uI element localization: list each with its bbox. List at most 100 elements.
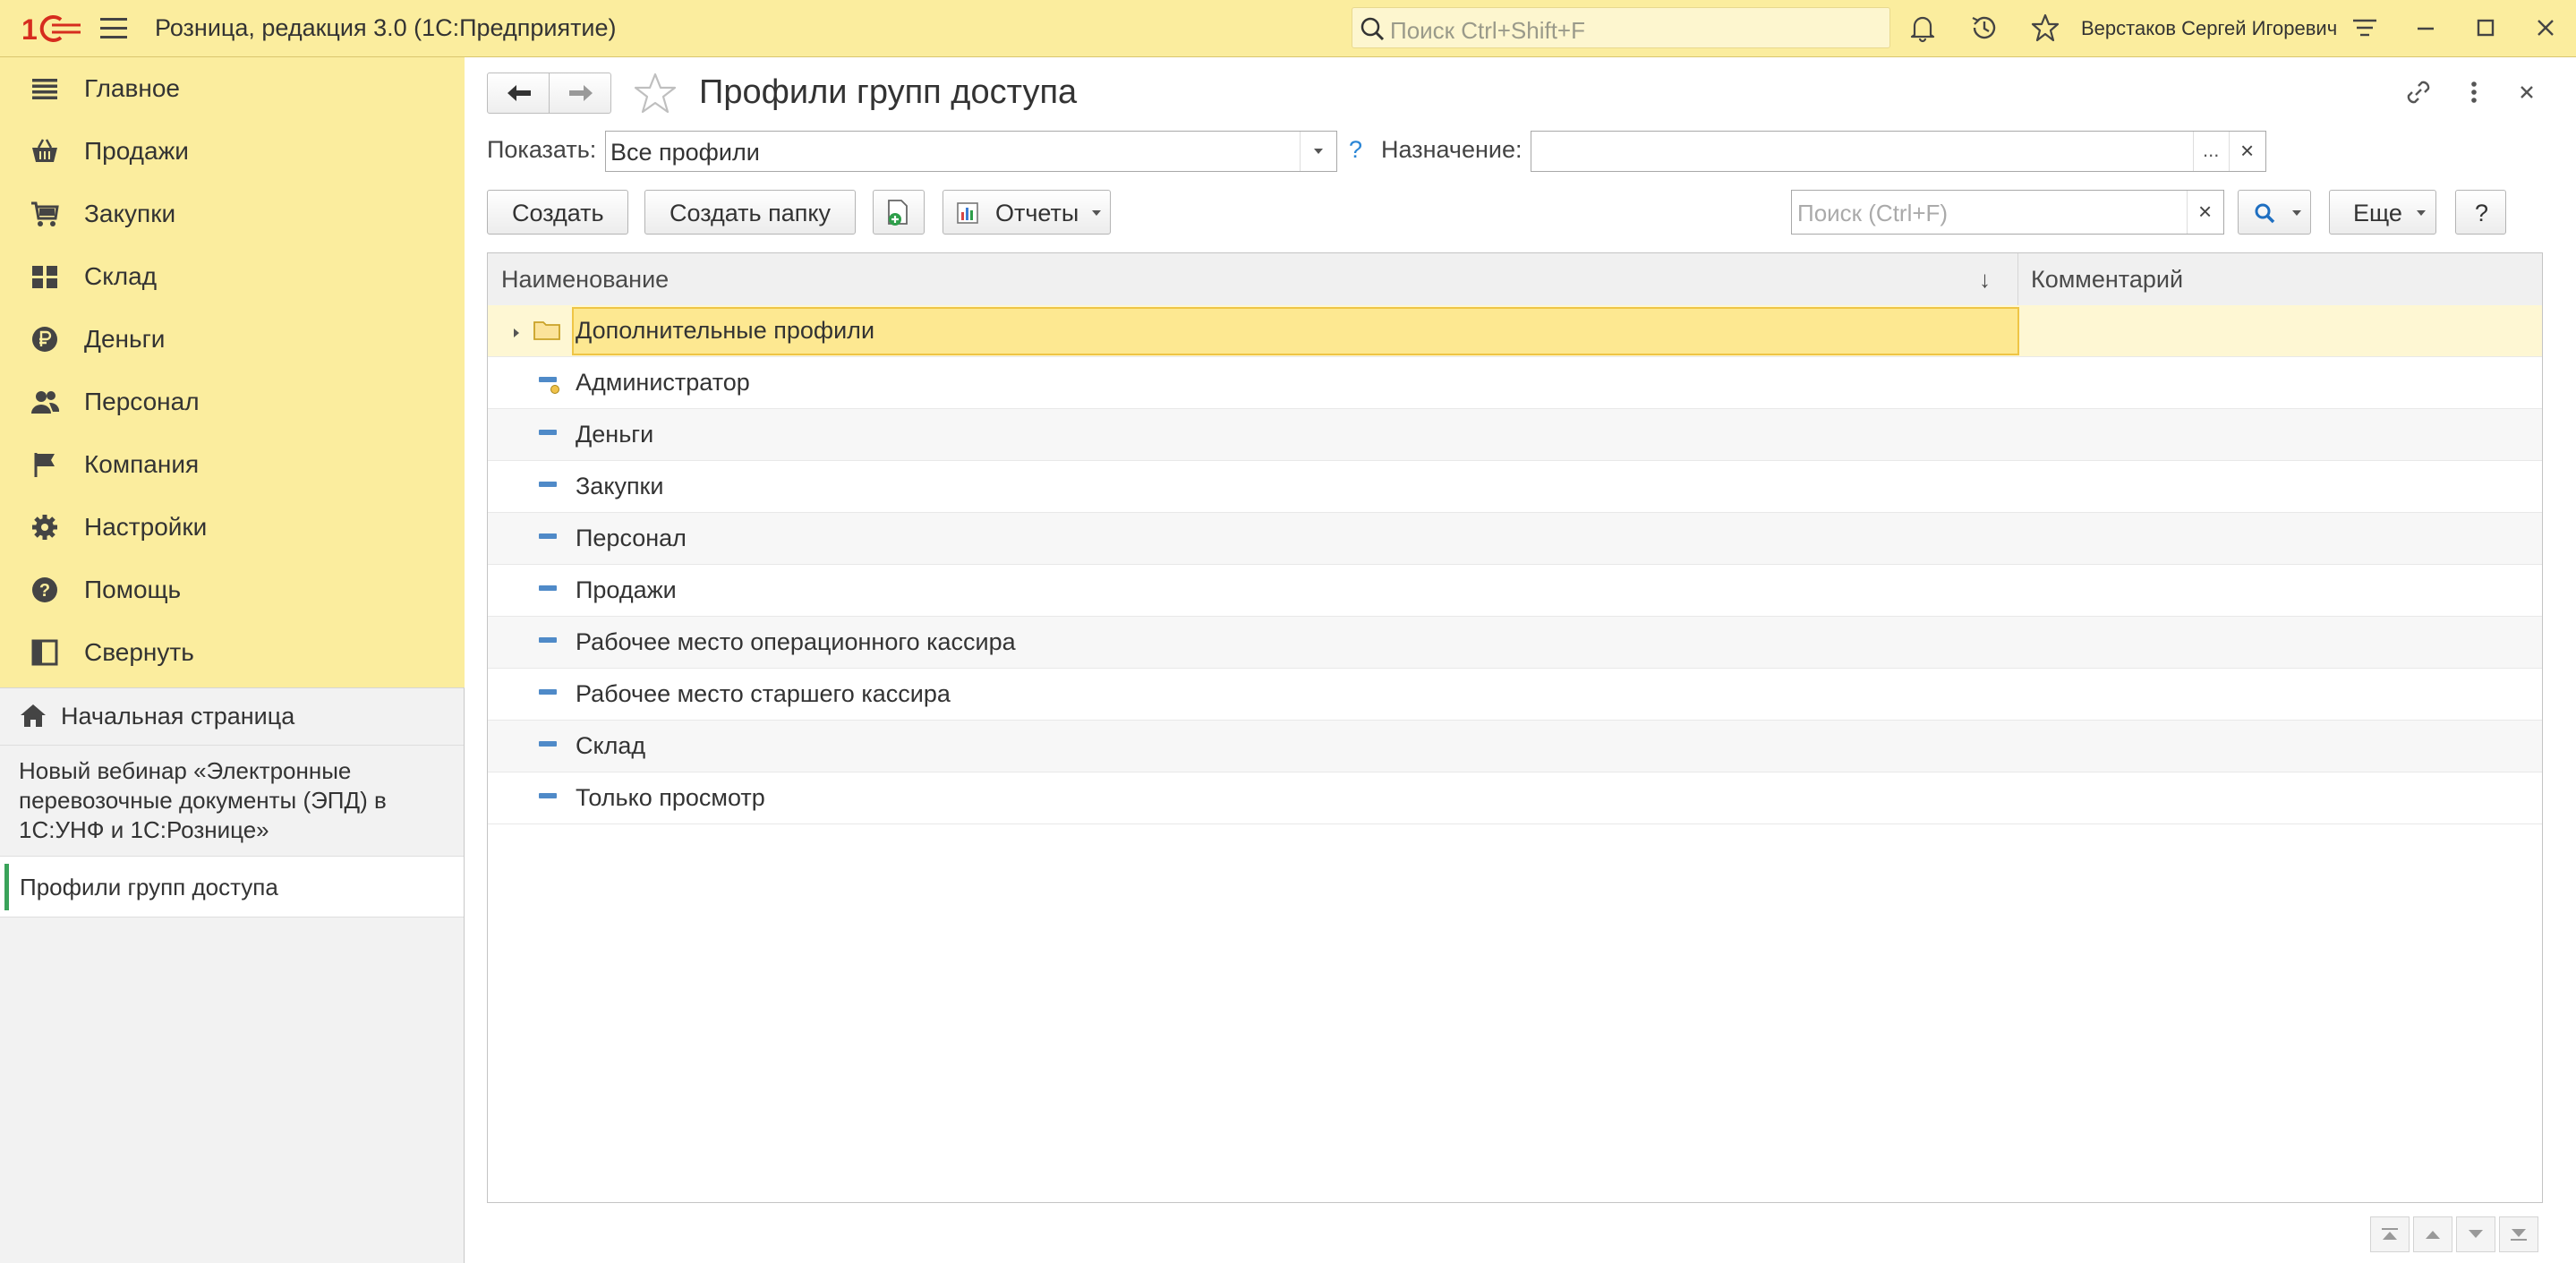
- history-icon[interactable]: [1969, 13, 2000, 43]
- profile-icon: [539, 793, 557, 798]
- list-search-input[interactable]: Поиск (Ctrl+F) ×: [1791, 190, 2224, 235]
- form-title: Профили групп доступа: [699, 73, 1078, 111]
- chevron-down-icon: [2292, 210, 2301, 216]
- main-menu-icon[interactable]: [100, 18, 127, 39]
- table-row[interactable]: Закупки: [488, 461, 2542, 513]
- table-row[interactable]: Администратор: [488, 357, 2542, 409]
- arrow-left-icon: [508, 85, 531, 101]
- scroll-last-button[interactable]: [2499, 1216, 2538, 1252]
- more-actions-icon[interactable]: [2459, 77, 2489, 107]
- scroll-down-button[interactable]: [2456, 1216, 2495, 1252]
- table-row[interactable]: Персонал: [488, 513, 2542, 565]
- row-name: Закупки: [576, 473, 664, 499]
- table-row[interactable]: Продажи: [488, 565, 2542, 617]
- copy-create-button[interactable]: [873, 190, 925, 235]
- section-sales[interactable]: Продажи: [0, 120, 465, 183]
- folder-icon: [533, 321, 560, 340]
- expand-arrow-icon[interactable]: [514, 329, 519, 337]
- list-icon: [32, 79, 57, 99]
- help-question-link[interactable]: ?: [1349, 136, 1362, 164]
- 1c-logo[interactable]: 1: [21, 13, 82, 45]
- list-search-placeholder: Поиск (Ctrl+F): [1797, 200, 1949, 226]
- cart-icon: [31, 201, 59, 226]
- section-main[interactable]: Главное: [0, 57, 465, 120]
- gear-icon: [32, 515, 57, 540]
- dropdown-button[interactable]: [1300, 132, 1336, 171]
- reports-button[interactable]: Отчеты: [943, 190, 1111, 235]
- link-icon[interactable]: [2403, 77, 2434, 107]
- show-profiles-select[interactable]: Все профили: [605, 131, 1337, 172]
- section-personnel[interactable]: Персонал: [0, 371, 465, 433]
- section-label: Деньги: [84, 325, 166, 353]
- home-page-label: Начальная страница: [61, 703, 295, 730]
- row-name: Рабочее место операционного кассира: [576, 628, 1016, 655]
- purpose-field[interactable]: ... ×: [1531, 131, 2266, 172]
- section-label: Продажи: [84, 137, 189, 165]
- row-name: Дополнительные профили: [576, 317, 875, 344]
- row-name: Продажи: [576, 576, 677, 603]
- section-label: Склад: [84, 262, 158, 290]
- section-collapse[interactable]: Свернуть: [0, 621, 465, 684]
- table-row[interactable]: Деньги: [488, 409, 2542, 461]
- purpose-pick-button[interactable]: ...: [2193, 132, 2230, 171]
- flag-icon: [34, 453, 55, 477]
- section-label: Свернуть: [84, 638, 194, 666]
- column-header-name[interactable]: Наименование: [501, 266, 669, 294]
- minimize-icon[interactable]: [2410, 13, 2441, 43]
- app-title: Розница, редакция 3.0 (1С:Предприятие): [155, 14, 617, 41]
- favorites-star-icon[interactable]: [2030, 13, 2060, 43]
- row-name: Администратор: [576, 369, 750, 396]
- scroll-up-button[interactable]: [2413, 1216, 2452, 1252]
- close-form-icon[interactable]: [2512, 77, 2542, 107]
- help-button[interactable]: ?: [2455, 190, 2506, 235]
- section-warehouse[interactable]: Склад: [0, 245, 465, 308]
- add-to-favorites-star-icon[interactable]: [633, 72, 678, 115]
- profile-icon: [539, 637, 557, 643]
- global-search-input[interactable]: Поиск Ctrl+Shift+F: [1352, 7, 1890, 48]
- search-clear-button[interactable]: ×: [2187, 191, 2223, 234]
- home-page-link[interactable]: Начальная страница: [0, 688, 464, 746]
- chevron-down-icon: [2417, 210, 2426, 216]
- settings-filter-icon[interactable]: [2350, 13, 2380, 43]
- create-folder-button[interactable]: Создать папку: [644, 190, 856, 235]
- section-purchases[interactable]: Закупки: [0, 183, 465, 245]
- profiles-table[interactable]: Наименование ↓ Комментарий Дополнительны…: [487, 252, 2543, 1203]
- section-money[interactable]: Деньги: [0, 308, 465, 371]
- webinar-news-link[interactable]: Новый вебинар «Электронные перевозочные …: [0, 746, 464, 857]
- search-options-button[interactable]: [2238, 190, 2311, 235]
- create-button[interactable]: Создать: [487, 190, 628, 235]
- column-header-comment[interactable]: Комментарий: [2031, 266, 2183, 294]
- maximize-icon[interactable]: [2470, 13, 2501, 43]
- current-user[interactable]: Верстаков Сергей Игоревич: [2081, 17, 2337, 40]
- scroll-top-icon: [2382, 1228, 2398, 1240]
- profile-icon: [539, 533, 557, 539]
- table-row[interactable]: Рабочее место операционного кассира: [488, 617, 2542, 669]
- open-window-access-profiles[interactable]: Профили групп доступа: [0, 857, 464, 917]
- predefined-profile-icon: [539, 377, 559, 394]
- back-button[interactable]: [487, 73, 550, 114]
- purpose-clear-button[interactable]: ×: [2229, 132, 2265, 171]
- bell-icon[interactable]: [1907, 13, 1938, 43]
- scroll-first-button[interactable]: [2370, 1216, 2410, 1252]
- section-help[interactable]: ? Помощь: [0, 559, 465, 621]
- ruble-icon: [32, 327, 57, 352]
- clear-icon: ×: [2240, 137, 2255, 164]
- table-row[interactable]: Склад: [488, 721, 2542, 772]
- table-row[interactable]: Только просмотр: [488, 772, 2542, 824]
- table-row[interactable]: Рабочее место старшего кассира: [488, 669, 2542, 721]
- row-name: Рабочее место старшего кассира: [576, 680, 951, 707]
- reports-label: Отчеты: [995, 200, 1079, 226]
- section-label: Закупки: [84, 200, 176, 227]
- svg-text:?: ?: [39, 581, 50, 601]
- more-button[interactable]: Еще: [2329, 190, 2436, 235]
- sort-desc-icon[interactable]: ↓: [1979, 266, 1991, 294]
- profile-icon: [539, 585, 557, 591]
- forward-button[interactable]: [549, 73, 611, 114]
- section-settings[interactable]: Настройки: [0, 496, 465, 559]
- section-company[interactable]: Компания: [0, 433, 465, 496]
- section-label: Компания: [84, 450, 200, 478]
- table-row[interactable]: Дополнительные профили: [488, 305, 2542, 357]
- sidebar: Главное Продажи Закупки Склад Деньги Пер…: [0, 57, 465, 1263]
- close-window-icon[interactable]: [2530, 13, 2561, 43]
- column-divider: [2017, 253, 2018, 305]
